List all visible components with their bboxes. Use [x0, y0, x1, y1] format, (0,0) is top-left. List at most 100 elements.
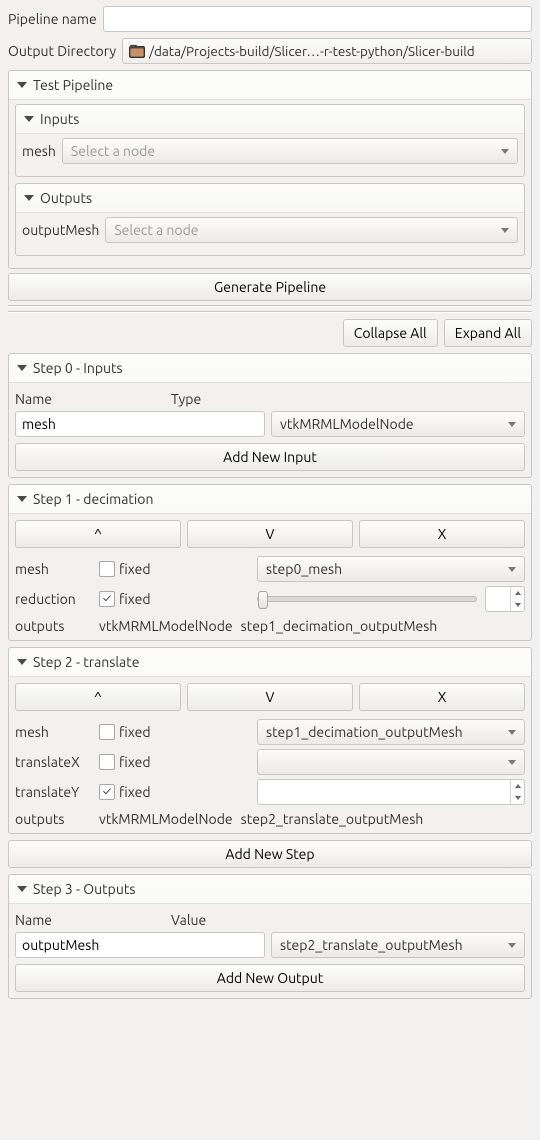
chevron-down-icon — [24, 195, 34, 201]
pipeline-name-input[interactable] — [103, 6, 532, 32]
step2-title: Step 2 - translate — [33, 654, 139, 670]
add-new-input-button[interactable]: Add New Input — [15, 443, 525, 471]
step3-title: Step 3 - Outputs — [33, 881, 135, 897]
step1-mesh-fixed-checkbox[interactable] — [99, 561, 115, 577]
chevron-down-icon — [508, 760, 516, 765]
step2-mesh-value: step1_decimation_outputMesh — [266, 724, 463, 740]
spin-down-button[interactable] — [511, 599, 524, 611]
step3-name-input[interactable] — [15, 932, 265, 958]
add-new-step-button[interactable]: Add New Step — [8, 840, 532, 868]
step2-header[interactable]: Step 2 - translate — [9, 648, 531, 676]
separator — [8, 311, 532, 313]
step1-outputs-type: vtkMRMLModelNode — [99, 618, 233, 634]
step2-translatey-input[interactable] — [258, 780, 510, 804]
chevron-down-icon — [515, 796, 521, 800]
chevron-down-icon — [508, 422, 516, 427]
step2-translatex-label: translateX — [15, 754, 91, 770]
step1-reduction-fixed-checkbox[interactable] — [99, 591, 115, 607]
test-pipeline-title: Test Pipeline — [33, 77, 113, 93]
step1-mesh-combo[interactable]: step0_mesh — [257, 556, 525, 582]
fixed-label: fixed — [119, 724, 151, 740]
step2-translatey-spin[interactable] — [257, 779, 525, 805]
step3-value-text: step2_translate_outputMesh — [280, 937, 463, 953]
step0-type-header: Type — [171, 391, 525, 407]
step2-translatex-combo[interactable] — [257, 749, 525, 775]
step3-value-header: Value — [171, 912, 525, 928]
step2-outputs-type: vtkMRMLModelNode — [99, 811, 233, 827]
outputs-mesh-label: outputMesh — [22, 222, 99, 238]
step0-type-value: vtkMRMLModelNode — [280, 416, 414, 432]
outputs-mesh-combo[interactable]: Select a node — [105, 217, 518, 243]
generate-pipeline-button[interactable]: Generate Pipeline — [8, 273, 532, 301]
step2-translatey-fixed-checkbox[interactable] — [99, 784, 115, 800]
step1-outputs-label: outputs — [15, 618, 91, 634]
chevron-up-icon — [515, 784, 521, 788]
step1-remove-button[interactable]: X — [359, 520, 525, 548]
chevron-down-icon — [17, 365, 27, 371]
step1-header[interactable]: Step 1 - decimation — [9, 485, 531, 513]
fixed-label: fixed — [119, 754, 151, 770]
output-directory-label: Output Directory — [8, 43, 116, 59]
step2-remove-button[interactable]: X — [359, 683, 525, 711]
step1-reduction-label: reduction — [15, 591, 91, 607]
step2-translatey-label: translateY — [15, 784, 91, 800]
chevron-up-icon — [515, 591, 521, 595]
folder-icon — [129, 44, 145, 58]
spin-down-button[interactable] — [511, 792, 524, 804]
step1-reduction-spin[interactable] — [485, 586, 525, 612]
output-directory-field[interactable]: /data/Projects-build/Slicer…-r-test-pyth… — [122, 38, 532, 64]
chevron-down-icon — [508, 567, 516, 572]
outputs-title: Outputs — [40, 190, 92, 206]
spin-up-button[interactable] — [511, 780, 524, 792]
inputs-header[interactable]: Inputs — [16, 105, 524, 133]
step3-panel: Step 3 - Outputs Name Value step2_transl… — [8, 874, 532, 999]
inputs-mesh-label: mesh — [22, 143, 56, 159]
separator — [8, 305, 532, 307]
chevron-down-icon — [508, 943, 516, 948]
step3-value-combo[interactable]: step2_translate_outputMesh — [271, 932, 525, 958]
step1-move-down-button[interactable]: V — [187, 520, 353, 548]
step3-name-header: Name — [15, 912, 165, 928]
step2-panel: Step 2 - translate ^ V X mesh fixed step… — [8, 647, 532, 834]
step2-translatex-fixed-checkbox[interactable] — [99, 754, 115, 770]
step0-header[interactable]: Step 0 - Inputs — [9, 354, 531, 382]
step2-mesh-label: mesh — [15, 724, 91, 740]
step2-move-up-button[interactable]: ^ — [15, 683, 181, 711]
chevron-down-icon — [17, 496, 27, 502]
fixed-label: fixed — [119, 784, 151, 800]
slider-thumb[interactable] — [258, 591, 268, 609]
step1-title: Step 1 - decimation — [33, 491, 153, 507]
chevron-down-icon — [501, 149, 509, 154]
expand-all-button[interactable]: Expand All — [444, 319, 532, 347]
inputs-mesh-combo[interactable]: Select a node — [62, 138, 518, 164]
step0-title: Step 0 - Inputs — [33, 360, 123, 376]
test-pipeline-panel: Test Pipeline Inputs mesh Select a node — [8, 70, 532, 269]
step1-reduction-slider[interactable] — [257, 596, 477, 602]
outputs-panel: Outputs outputMesh Select a node — [15, 183, 525, 256]
spin-up-button[interactable] — [511, 587, 524, 599]
step2-mesh-combo[interactable]: step1_decimation_outputMesh — [257, 719, 525, 745]
outputs-header[interactable]: Outputs — [16, 184, 524, 212]
chevron-down-icon — [501, 228, 509, 233]
step3-header[interactable]: Step 3 - Outputs — [9, 875, 531, 903]
step0-panel: Step 0 - Inputs Name Type vtkMRMLModelNo… — [8, 353, 532, 478]
inputs-mesh-placeholder: Select a node — [71, 143, 155, 159]
step2-mesh-fixed-checkbox[interactable] — [99, 724, 115, 740]
test-pipeline-header[interactable]: Test Pipeline — [9, 71, 531, 99]
pipeline-name-label: Pipeline name — [8, 11, 97, 27]
step2-move-down-button[interactable]: V — [187, 683, 353, 711]
fixed-label: fixed — [119, 561, 151, 577]
collapse-all-button[interactable]: Collapse All — [343, 319, 438, 347]
step0-type-combo[interactable]: vtkMRMLModelNode — [271, 411, 525, 437]
step1-reduction-spin-input[interactable] — [486, 587, 510, 611]
step0-name-input[interactable] — [15, 411, 265, 437]
chevron-down-icon — [515, 603, 521, 607]
step2-outputs-label: outputs — [15, 811, 91, 827]
step1-panel: Step 1 - decimation ^ V X mesh fixed ste… — [8, 484, 532, 641]
chevron-down-icon — [17, 886, 27, 892]
add-new-output-button[interactable]: Add New Output — [15, 964, 525, 992]
output-directory-value: /data/Projects-build/Slicer…-r-test-pyth… — [149, 43, 525, 59]
step1-move-up-button[interactable]: ^ — [15, 520, 181, 548]
outputs-mesh-placeholder: Select a node — [114, 222, 198, 238]
chevron-down-icon — [17, 82, 27, 88]
